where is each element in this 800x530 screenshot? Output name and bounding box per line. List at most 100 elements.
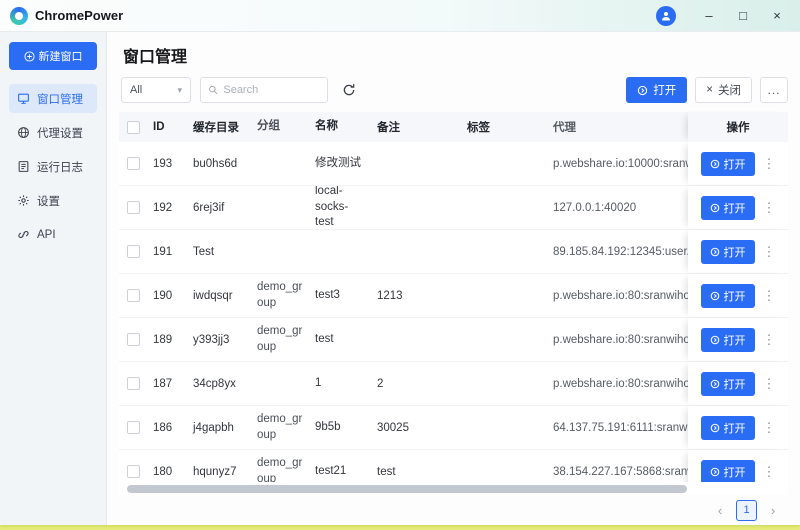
row-checkbox[interactable] [119,186,147,229]
table-header-row: ID 缓存目录 分组 名称 备注 标签 代理 操作 [119,112,788,142]
cell-id: 191 [147,230,187,273]
cell-group [251,186,309,229]
cell-group: demo_group [251,318,309,361]
table-row: 180 hqunyz7 demo_group test21 test 38.15… [119,450,788,482]
user-avatar[interactable] [656,6,676,26]
row-checkbox[interactable] [119,362,147,405]
main-content: 窗口管理 All ▾ [107,32,800,525]
row-more-icon[interactable]: ⋮ [763,421,776,434]
header-proxy: 代理 [547,112,688,142]
maximize-button[interactable]: □ [728,3,758,29]
sidebar-item-proxy-settings[interactable]: 代理设置 [9,118,97,147]
open-icon [710,203,720,213]
row-more-icon[interactable]: ⋮ [763,333,776,346]
row-more-icon[interactable]: ⋮ [763,245,776,258]
row-open-button[interactable]: 打开 [701,372,755,396]
row-open-label: 打开 [724,156,746,172]
close-selected-button[interactable]: × 关闭 [695,77,752,103]
cell-cache-dir: 6rej3if [187,186,251,229]
new-window-label: 新建窗口 [39,48,83,64]
row-more-icon[interactable]: ⋮ [763,289,776,302]
minimize-button[interactable]: – [694,3,724,29]
next-page-button[interactable]: › [764,500,782,520]
row-checkbox[interactable] [119,274,147,317]
row-checkbox[interactable] [119,142,147,185]
close-window-button[interactable]: × [762,3,792,29]
row-checkbox[interactable] [119,406,147,449]
search-icon [208,84,218,96]
row-more-icon[interactable]: ⋮ [763,201,776,214]
header-cache-dir: 缓存目录 [187,112,251,142]
row-open-button[interactable]: 打开 [701,240,755,264]
open-icon [710,379,720,389]
cell-tag [461,450,547,482]
sidebar-item-api[interactable]: API [9,220,97,249]
cell-actions: 打开 ⋮ [688,142,788,185]
open-icon [710,291,720,301]
sidebar-item-window-management[interactable]: 窗口管理 [9,84,97,113]
cell-remark: 1213 [371,274,461,317]
globe-icon [17,126,30,139]
open-icon [710,159,720,169]
cell-cache-dir: y393jj3 [187,318,251,361]
cell-actions: 打开 ⋮ [688,230,788,273]
table-row: 189 y393jj3 demo_group test p.webshare.i… [119,318,788,362]
cell-name: 修改测试 [309,142,371,185]
app-window: ChromePower – □ × 新建窗口 [0,0,800,525]
row-open-label: 打开 [724,244,746,260]
sidebar-item-settings[interactable]: 设置 [9,186,97,215]
row-checkbox[interactable] [119,230,147,273]
plus-circle-icon [24,51,35,62]
row-more-icon[interactable]: ⋮ [763,157,776,170]
page-number[interactable]: 1 [736,500,757,521]
header-id: ID [147,112,187,142]
sidebar-item-run-logs[interactable]: 运行日志 [9,152,97,181]
row-checkbox[interactable] [119,450,147,482]
row-open-button[interactable]: 打开 [701,196,755,220]
row-more-icon[interactable]: ⋮ [763,465,776,478]
titlebar: ChromePower – □ × [0,0,800,32]
prev-page-button[interactable]: ‹ [711,500,729,520]
sidebar-item-label: 代理设置 [37,125,83,141]
cell-cache-dir: iwdqsqr [187,274,251,317]
row-open-button[interactable]: 打开 [701,416,755,440]
open-icon [710,247,720,257]
header-remark: 备注 [371,112,461,142]
open-selected-button[interactable]: 打开 [626,77,687,103]
cell-id: 190 [147,274,187,317]
row-open-button[interactable]: 打开 [701,152,755,176]
row-more-icon[interactable]: ⋮ [763,377,776,390]
more-actions-button[interactable]: ... [760,77,788,103]
cell-remark [371,186,461,229]
new-window-button[interactable]: 新建窗口 [9,42,97,70]
horizontal-scrollbar[interactable] [127,485,687,493]
cell-cache-dir: bu0hs6d [187,142,251,185]
cell-cache-dir: hqunyz7 [187,450,251,482]
chevron-down-icon: ▾ [177,85,182,96]
cell-name: test3 [309,274,371,317]
cell-group: demo_group [251,274,309,317]
row-open-button[interactable]: 打开 [701,460,755,483]
search-input[interactable] [223,84,320,96]
filter-selected-value: All [130,84,142,96]
cell-id: 189 [147,318,187,361]
cell-tag [461,142,547,185]
cell-tag [461,230,547,273]
select-all-checkbox[interactable] [119,112,147,142]
refresh-button[interactable] [337,78,361,102]
cell-remark: test [371,450,461,482]
cell-name: local-socks-test [309,186,371,229]
row-open-button[interactable]: 打开 [701,284,755,308]
open-selected-label: 打开 [653,82,676,98]
api-link-icon [17,228,30,241]
cell-group: demo_group [251,450,309,482]
filter-select[interactable]: All ▾ [121,77,191,103]
cell-tag [461,186,547,229]
row-open-label: 打开 [724,332,746,348]
horizontal-scrollbar-track [121,485,786,493]
cell-proxy: p.webshare.io:80:sranwiho-1:atonupx [547,318,688,361]
app-title: ChromePower [35,8,123,23]
cell-group: demo_group [251,406,309,449]
row-checkbox[interactable] [119,318,147,361]
row-open-button[interactable]: 打开 [701,328,755,352]
